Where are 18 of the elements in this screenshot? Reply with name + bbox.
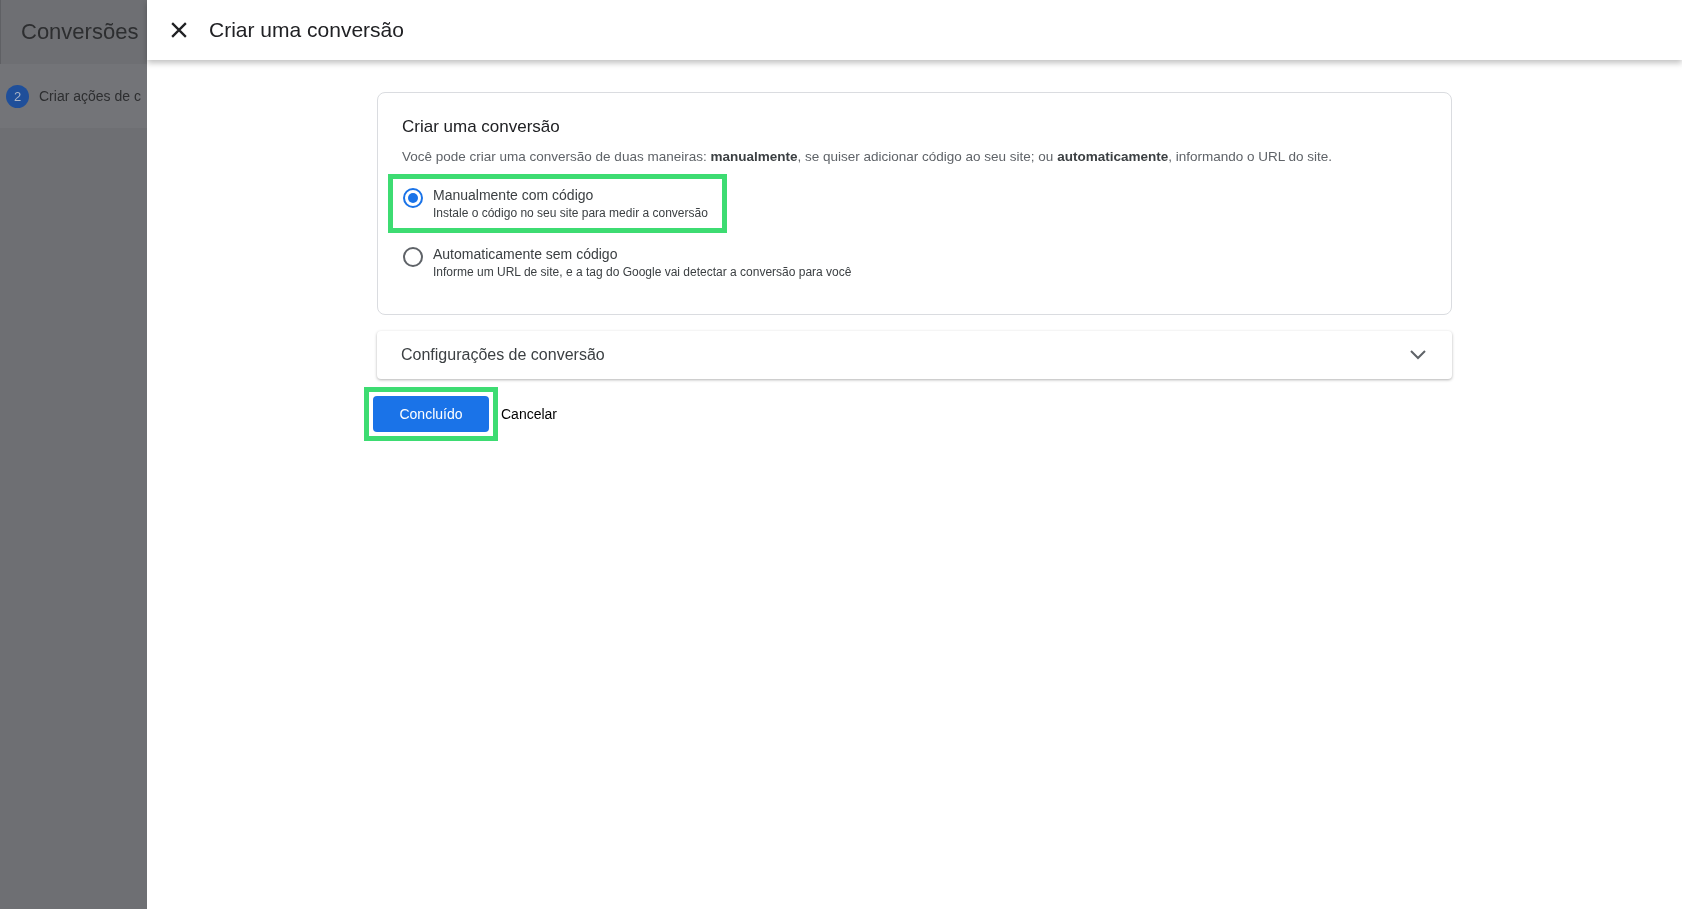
chevron-icon <box>1410 350 1426 360</box>
close-icon[interactable] <box>171 22 187 38</box>
step-number: 2 <box>6 84 29 108</box>
settings-panel[interactable]: Configurações de conversão <box>377 331 1452 379</box>
option-label: Automaticamente sem código <box>433 246 619 262</box>
card-heading: Criar uma conversão <box>402 117 561 137</box>
panel-label: Configurações de conversão <box>401 346 605 364</box>
cancel-button[interactable]: Cancelar <box>498 406 561 422</box>
option-label: Manualmente com código <box>433 187 595 203</box>
dialog-title: Criar uma conversão <box>209 18 404 42</box>
description-text: Você pode criar uma conversão de duas maneiras: manualmente, se quiser adicionar código ao seu site; ou automaticamente, informando o URL do site. <box>402 149 1334 164</box>
option-hint: Informe um URL de site, e a tag do Google vai detectar a conversão para você <box>433 265 852 279</box>
page-title: Conversões <box>21 19 139 45</box>
radio-button[interactable] <box>403 188 423 208</box>
step-label: Criar ações de c <box>39 88 141 104</box>
radio-button[interactable] <box>403 247 423 267</box>
option-hint: Instale o código no seu site para medir a conversão <box>433 206 708 220</box>
done-button[interactable]: Concluído <box>373 396 489 432</box>
